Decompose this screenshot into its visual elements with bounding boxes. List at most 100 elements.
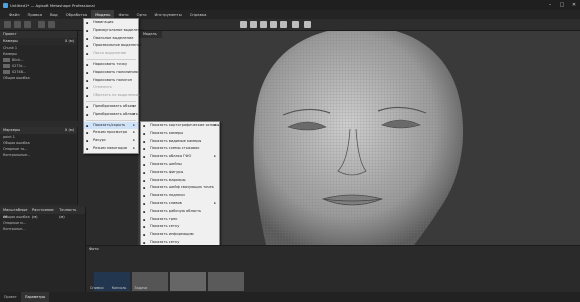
- menu-item[interactable]: ▪ Показать маркеры: [141, 177, 219, 185]
- menu-item[interactable]: ▪ Показать фигуры: [141, 169, 219, 177]
- menu-item[interactable]: ▪ Показать/скрыть ▸: [84, 121, 138, 130]
- menu-0[interactable]: Файл: [5, 10, 24, 19]
- chevron-right-icon: ▸: [133, 122, 135, 127]
- browser-tabs: Снимки Консоль Задачи: [86, 285, 151, 292]
- menu-item[interactable]: ▪ Преобразовать область ▸: [84, 111, 138, 119]
- menu-item[interactable]: ▪ Нарисовать точку: [84, 61, 138, 69]
- menu-item[interactable]: ▪ Режим просмотра ▸: [84, 129, 138, 137]
- menu-item-icon: ▪: [143, 194, 146, 199]
- menu-item-icon: ▪: [86, 28, 89, 33]
- new-icon[interactable]: [4, 21, 11, 28]
- menu-item[interactable]: ▪ Прямоугольное выделение: [84, 27, 145, 35]
- model-icon[interactable]: [260, 21, 267, 28]
- heart-icon[interactable]: [280, 21, 287, 28]
- list-item-label: 0273c...: [12, 64, 26, 68]
- menu-item[interactable]: ▪ Показать рабочую область: [141, 208, 219, 216]
- menu-item: ▪ Обрезать по выделению: [84, 92, 140, 100]
- scalebars-header: Масштабные ли Расстояние (м) Точность (м…: [0, 207, 85, 219]
- menu-item[interactable]: ▪ Ракурс ▸: [84, 137, 138, 145]
- menu-8[interactable]: Справка: [186, 10, 211, 19]
- menu-item-icon: ▪: [86, 86, 89, 91]
- menu-2[interactable]: Вид: [46, 10, 62, 19]
- menu-item[interactable]: ▪ Показать камеры: [141, 130, 219, 138]
- list-item-label: Контрольные...: [3, 153, 31, 157]
- open-icon[interactable]: [14, 21, 21, 28]
- browser-tab[interactable]: Консоль: [108, 285, 131, 292]
- list-item[interactable]: Контрольн...: [0, 226, 85, 232]
- undo-icon[interactable]: [38, 21, 45, 28]
- status-tab[interactable]: Параметры: [20, 292, 50, 302]
- chevron-right-icon: ▸: [133, 138, 135, 143]
- scalebars-panel: Масштабные ли Расстояние (м) Точность (м…: [0, 207, 86, 292]
- list-item[interactable]: Контрольные...: [0, 152, 77, 158]
- window-controls: – □ ✕: [544, 0, 580, 10]
- menu-item-label: Нарисовать полигон: [93, 77, 132, 82]
- menu-item-icon: ▪: [143, 225, 146, 230]
- menu-item[interactable]: ▪ Показать видимые камеры: [141, 138, 219, 146]
- photo-thumbnail[interactable]: [208, 272, 244, 291]
- menu-item-icon: ▪: [86, 112, 89, 117]
- menu-item[interactable]: ▪ Показать сетку: [141, 223, 219, 231]
- maximize-icon[interactable]: □: [556, 0, 568, 10]
- save-icon[interactable]: [24, 21, 31, 28]
- menu-7[interactable]: Инструменты: [151, 10, 186, 19]
- menu-item-icon: ▪: [143, 124, 146, 128]
- grid-icon[interactable]: [304, 21, 311, 28]
- menu-item[interactable]: ▪ Режим навигации ▸: [84, 145, 138, 153]
- menu-item[interactable]: ▪ Показать шейпы: [141, 161, 219, 169]
- menu-item-label: Произвольное выделение: [93, 43, 143, 48]
- photo-thumbnail[interactable]: [170, 272, 206, 291]
- menu-item-icon: ▪: [143, 186, 146, 191]
- menu-item-label: Навигация: [93, 20, 114, 24]
- menu-item-icon: ▪: [86, 139, 89, 144]
- status-tab[interactable]: Проект: [0, 292, 21, 302]
- menu-item-icon: ▪: [86, 70, 89, 75]
- menu-item-label: Показать/скрыть: [93, 122, 126, 127]
- redo-icon[interactable]: [48, 21, 55, 28]
- menu-item[interactable]: ▪ Показать подписи: [141, 192, 219, 200]
- menu-item[interactable]: ▪ Показать информацию: [141, 231, 219, 239]
- menu-item[interactable]: ▪ Показать трек: [141, 216, 219, 224]
- menu-item[interactable]: ▪ Нарисовать полигон: [84, 77, 138, 85]
- menu-item-icon: ▪: [86, 78, 89, 83]
- menu-item-icon: ▪: [86, 94, 89, 99]
- menu-item-icon: ▪: [143, 201, 146, 206]
- menu-item-icon: ▪: [86, 62, 89, 67]
- menu-item[interactable]: ▪ Показать картографические основы ▸: [141, 122, 219, 130]
- menu-item: ▪ Лассо выделение: [84, 50, 138, 58]
- menu-item[interactable]: ▪ Произвольное выделение: [84, 42, 142, 50]
- select-icon[interactable]: [240, 21, 247, 28]
- browser-tab[interactable]: Снимки: [86, 285, 108, 292]
- list-item-label: Общая ошибка: [3, 141, 30, 145]
- workspace-list: Chunk 1 Камеры Blink... 0273c... 0274B...: [0, 45, 77, 75]
- view-icon[interactable]: [292, 21, 299, 28]
- rotate-icon[interactable]: [250, 21, 257, 28]
- markers-panel: Маркеры X (м) point 1 Общая ошибка Опорные …: [0, 127, 78, 205]
- menu-1[interactable]: Правка: [24, 10, 46, 19]
- menu-item[interactable]: ▪ Овальное выделение: [84, 35, 138, 43]
- menu-item-label: Показать видимые камеры: [150, 138, 202, 143]
- menu-separator: [86, 58, 136, 60]
- menu-item[interactable]: ▪ Навигация: [84, 19, 138, 27]
- menu-item-icon: ▪: [86, 52, 89, 57]
- menu-item-icon: ▪: [86, 36, 89, 41]
- list-item-label: Контрольн...: [3, 227, 26, 231]
- menu-item-label: Показать сливов: [150, 200, 182, 205]
- chevron-right-icon: ▸: [133, 103, 135, 108]
- menu-item[interactable]: ▪ Нарисовать полилинию: [84, 69, 138, 77]
- menu-item-label: Показать информацию: [150, 232, 194, 237]
- close-icon[interactable]: ✕: [568, 0, 580, 10]
- menu-item[interactable]: ▪ Показать сливов ▸: [141, 200, 219, 208]
- menu-item[interactable]: ▪ Преобразовать объект ▸: [84, 103, 138, 111]
- menu-item: ▪ Отменить: [84, 84, 138, 92]
- menu-item[interactable]: ▪ Показать облака ГФО ▸: [141, 153, 219, 161]
- menu-item[interactable]: ▪ Показать шейф связующих точек: [141, 184, 219, 192]
- browser-tab[interactable]: Задачи: [130, 285, 151, 292]
- model-menu: ▪ Навигация ▪ Прямоугольное выделение ▪ Оваль…: [83, 18, 145, 154]
- menu-item-label: Обрезать по выделению: [93, 93, 140, 98]
- minimize-icon[interactable]: –: [544, 0, 556, 10]
- list-item-label: Общая ошибка: [3, 215, 30, 219]
- texture-icon[interactable]: [270, 21, 277, 28]
- list-item-label: 0274B...: [12, 70, 27, 74]
- menu-item[interactable]: ▪ Показать схемы стыковок: [141, 145, 219, 153]
